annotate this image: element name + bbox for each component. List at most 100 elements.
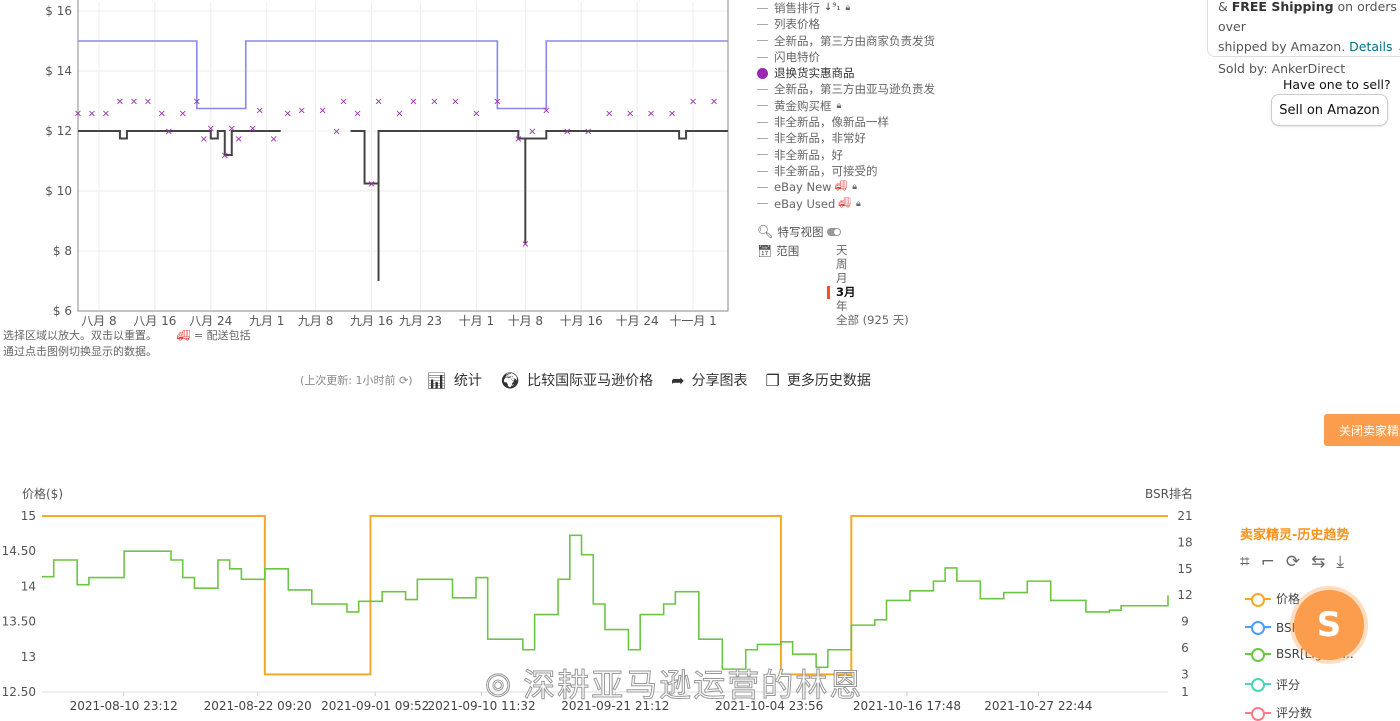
y-tick-label: $ 12 — [45, 124, 72, 138]
warehouse-deal-marker: × — [710, 97, 718, 108]
series-dash-icon — [757, 154, 768, 155]
keepa-price-chart[interactable]: $ 16$ 14$ 12$ 10$ 8$ 6八月 8八月 16八月 24九月 1… — [0, 0, 740, 330]
series-dash-icon — [757, 89, 768, 90]
y-tick-label: 14 — [21, 579, 36, 593]
details-link[interactable]: Details — [1349, 39, 1392, 54]
legend-item[interactable]: 非全新品，好 — [757, 147, 935, 163]
share-label: 分享图表 — [692, 370, 748, 390]
y-tick-label: $ 16 — [45, 4, 72, 18]
range-option[interactable]: 月 — [836, 271, 909, 285]
series-marker-icon — [1245, 648, 1271, 660]
legend-item[interactable]: eBay New🚚︎🔒︎ — [757, 179, 935, 195]
legend-hint: 通过点击图例切换显示的数据。 — [3, 343, 157, 359]
y2-tick-label: 3 — [1181, 667, 1189, 681]
sellersprite-legend-item[interactable]: 评分 — [1245, 676, 1300, 693]
close-sellersprite-button[interactable]: 关闭卖家精灵 — [1324, 414, 1400, 446]
range-options: 天周月3月年全部 (925 天) — [836, 243, 909, 327]
x-tick-label: 九月 1 — [249, 314, 284, 328]
warehouse-deal-marker: × — [102, 109, 110, 120]
x-tick-label: 十月 1 — [459, 314, 494, 328]
legend-item[interactable]: 全新品，第三方由亚马逊负责发 — [757, 81, 935, 97]
legend-item[interactable]: eBay Used🚚︎🔒︎ — [757, 196, 935, 212]
chevron-down-icon[interactable]: ⌄ — [1397, 43, 1400, 54]
y-tick-label: 13 — [21, 650, 36, 664]
legend-item[interactable]: 全新品，第三方由商家负责发货 — [757, 33, 935, 49]
range-option[interactable]: 天 — [836, 243, 909, 257]
lock-icon: 🔒︎ — [837, 98, 842, 114]
more-history-button[interactable]: ❐更多历史数据 — [766, 370, 871, 390]
warehouse-deal-marker: × — [367, 179, 375, 190]
x-tick-label: 八月 16 — [133, 314, 176, 328]
warehouse-deal-marker: × — [451, 97, 459, 108]
y-tick-label: $ 6 — [53, 304, 72, 318]
legend-item[interactable]: 非全新品，像新品一样 — [757, 114, 935, 130]
legend-item[interactable]: 非全新品，可接受的 — [757, 163, 935, 179]
share-button[interactable]: ➦分享图表 — [671, 370, 747, 390]
range-option[interactable]: 年 — [836, 299, 909, 313]
range-label: 范围 — [776, 243, 799, 259]
series-marker-icon — [1245, 593, 1271, 605]
refresh-icon[interactable]: ⟳ — [1286, 552, 1300, 572]
legend-item[interactable]: 黄金购买框🔒︎ — [757, 98, 935, 114]
sellersprite-legend-item[interactable]: 价格 — [1245, 590, 1300, 607]
legend-label: 退换货实惠商品 — [774, 65, 855, 81]
warehouse-deal-marker: × — [332, 127, 340, 138]
legend-item[interactable]: 闪电特价 — [757, 49, 935, 65]
sellersprite-logo-button[interactable]: S — [1294, 590, 1364, 660]
range-option[interactable]: 3月 — [836, 285, 909, 299]
last-updated: (上次更新: 1小时前 ⟳) — [300, 372, 413, 388]
series-line — [78, 41, 728, 109]
warehouse-deal-marker: × — [493, 97, 501, 108]
buy-box: & FREE Shipping on orders over shipped b… — [1207, 0, 1400, 57]
x-tick-label: 十月 24 — [616, 314, 659, 328]
warehouse-deal-marker: × — [256, 106, 264, 117]
series-marker-icon — [1245, 678, 1271, 690]
chart-tools: 🔍︎ 特写视图 📅︎ 范围 — [757, 224, 841, 259]
x-tick-label: 2021-10-16 17:48 — [853, 699, 961, 713]
y-axis-title: 价格($) — [22, 486, 63, 501]
warehouse-deal-marker: × — [339, 97, 347, 108]
x-tick-label: 2021-10-27 22:44 — [984, 699, 1092, 713]
y2-tick-label: 9 — [1181, 615, 1189, 629]
legend-label: 列表价格 — [774, 16, 820, 32]
range-option[interactable]: 全部 (925 天) — [836, 313, 909, 327]
series-dash-icon — [757, 203, 768, 204]
crop-icon[interactable]: ⌗ — [1240, 552, 1250, 572]
legend-item[interactable]: 退换货实惠商品 — [757, 65, 935, 81]
sold-by: Sold by: AnkerDirect — [1218, 59, 1400, 79]
legend-item[interactable]: 列表价格 — [757, 16, 935, 32]
crop-back-icon[interactable]: ⌐ — [1261, 552, 1275, 572]
sell-on-amazon-button[interactable]: Sell on Amazon — [1271, 94, 1388, 126]
copy-icon: ❐ — [766, 371, 780, 390]
series-line — [42, 516, 1168, 674]
warehouse-deal-marker: × — [521, 239, 529, 250]
refresh-icon[interactable]: ⟳) — [399, 374, 413, 387]
legend-label: eBay Used — [774, 196, 835, 212]
have-one-to-sell: Have one to sell? — [1283, 77, 1391, 92]
warehouse-deal-marker: × — [584, 127, 592, 138]
toggle-icon[interactable] — [827, 228, 841, 236]
y-tick-label: 13.50 — [2, 615, 36, 629]
closeup-toggle[interactable]: 🔍︎ 特写视图 — [757, 224, 841, 240]
truck-icon: 🚚︎ — [177, 329, 191, 342]
y-tick-label: 12.50 — [2, 685, 36, 699]
chart-toolbar: (上次更新: 1小时前 ⟳) 📊︎统计 🌍︎ 比较国际亚马逊价格 ➦分享图表 ❐更… — [300, 370, 889, 390]
range-option[interactable]: 周 — [836, 257, 909, 271]
legend-label: 非全新品，好 — [774, 147, 843, 163]
series-dash-icon — [757, 171, 768, 172]
compare-button[interactable]: 🌍︎ 比较国际亚马逊价格 — [500, 370, 653, 390]
legend-item[interactable]: 销售排行↓⁹₁🔒︎ — [757, 0, 935, 16]
swap-icon[interactable]: ⇆ — [1311, 552, 1325, 572]
y2-tick-label: 21 — [1177, 509, 1192, 523]
legend-item[interactable]: 非全新品，非常好 — [757, 130, 935, 146]
series-dash-icon — [757, 122, 768, 123]
sort-icon: ↓⁹₁ — [824, 0, 840, 16]
x-tick-label: 九月 23 — [399, 314, 442, 328]
x-tick-label: 2021-08-22 09:20 — [204, 699, 312, 713]
download-icon[interactable]: ⤓ — [1336, 552, 1344, 572]
globe-icon: 🌍︎ — [500, 371, 520, 390]
warehouse-deal-marker: × — [353, 109, 361, 120]
warehouse-deal-marker: × — [165, 127, 173, 138]
stats-button[interactable]: 📊︎统计 — [427, 370, 482, 390]
compare-label: 比较国际亚马逊价格 — [527, 370, 653, 390]
